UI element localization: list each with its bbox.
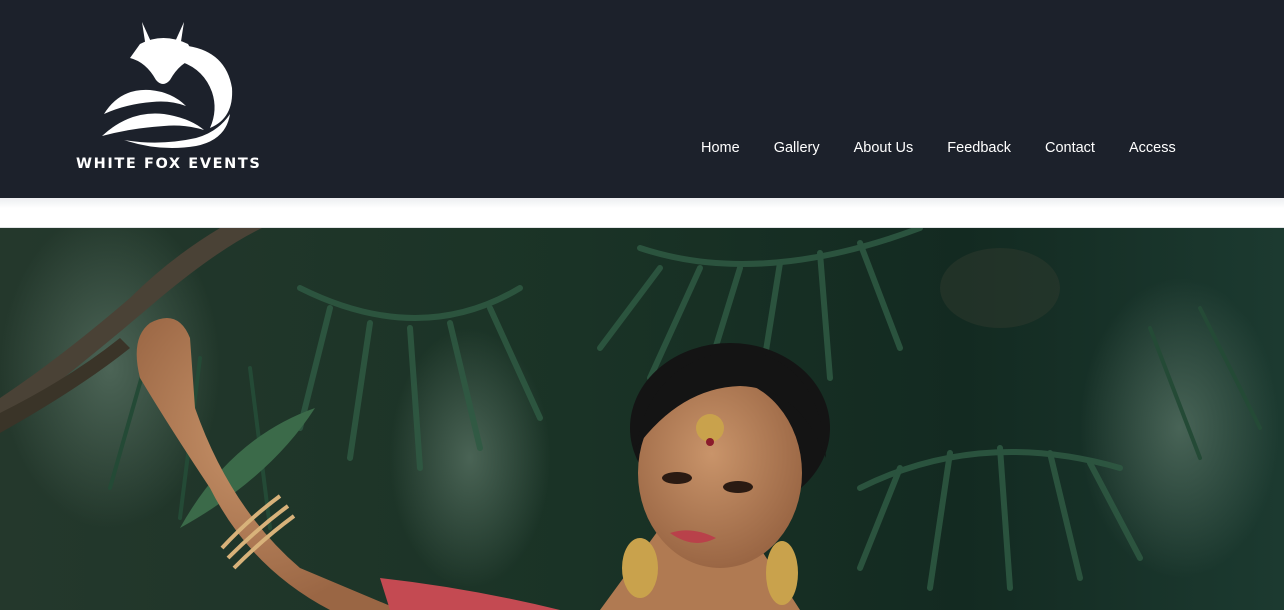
header-shadow-bar: [0, 198, 1284, 228]
nav-home[interactable]: Home: [684, 138, 757, 158]
hero-banner: [0, 228, 1284, 610]
brand-logo[interactable]: WHITE FOX EVENTS: [76, 18, 260, 178]
site-header: WHITE FOX EVENTS Home Gallery About Us F…: [0, 0, 1284, 198]
brand-name: WHITE FOX EVENTS: [76, 156, 262, 172]
main-nav: Home Gallery About Us Feedback Contact A…: [684, 138, 1193, 158]
nav-feedback[interactable]: Feedback: [930, 138, 1028, 158]
nav-contact[interactable]: Contact: [1028, 138, 1112, 158]
bride-portrait-image: [0, 228, 1284, 610]
nav-access[interactable]: Access: [1112, 138, 1193, 158]
fox-logo-icon: [102, 22, 233, 148]
nav-gallery[interactable]: Gallery: [757, 138, 837, 158]
nav-about-us[interactable]: About Us: [837, 138, 931, 158]
